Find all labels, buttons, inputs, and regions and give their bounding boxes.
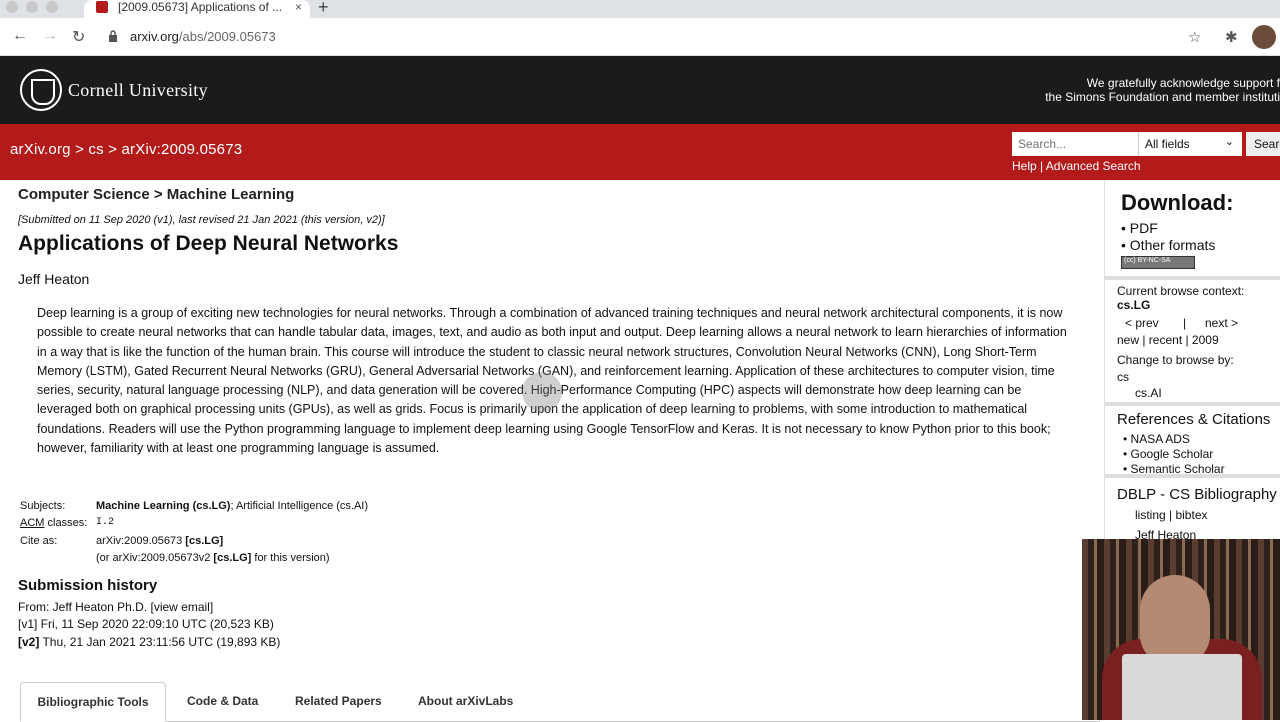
arxiv-header-bar: arXiv.org > cs > arXiv:2009.05673 All fi…	[0, 124, 1280, 180]
author-link[interactable]: Jeff Heaton	[18, 271, 89, 287]
primary-subject: Machine Learning (cs.LG)	[96, 500, 231, 512]
listing-bibtex-links[interactable]: listing | bibtex	[1135, 508, 1208, 522]
help-advanced-search-links[interactable]: Help | Advanced Search	[1012, 159, 1141, 173]
paper-title: Applications of Deep Neural Networks	[18, 232, 399, 255]
window-close-dot[interactable]	[6, 1, 18, 13]
download-box: Download: • PDF • Other formats (cc) BY-…	[1105, 180, 1280, 280]
cornell-university-logo-text[interactable]: Cornell University	[68, 80, 208, 101]
browser-toolbar: ← → ↻ arxiv.org/abs/2009.05673 ☆ ✱	[0, 18, 1280, 56]
tab-close-icon[interactable]: ×	[295, 0, 302, 14]
submission-history-heading: Submission history	[18, 577, 158, 594]
new-tab-icon[interactable]: +	[318, 0, 329, 18]
cite-tag: [cs.LG]	[185, 535, 224, 547]
browse-context-box: Current browse context: cs.LG < prev | n…	[1105, 280, 1280, 406]
history-v1[interactable]: [v1] Fri, 11 Sep 2020 22:09:10 UTC (20,5…	[18, 617, 274, 631]
forward-icon[interactable]: →	[42, 27, 58, 45]
support-acknowledgement: We gratefully acknowledge support f the …	[1045, 76, 1280, 104]
browse-csai-link[interactable]: cs.AI	[1135, 386, 1162, 400]
context-label: Current browse context:	[1117, 284, 1245, 298]
cornell-seal-icon[interactable]	[20, 69, 62, 111]
references-heading: References & Citations	[1117, 411, 1271, 428]
webcam-overlay	[1082, 539, 1280, 720]
extensions-icon[interactable]: ✱	[1225, 28, 1238, 46]
dblp-heading: DBLP - CS Bibliography	[1117, 486, 1277, 503]
presenter-head	[1140, 575, 1210, 665]
browse-cs-link[interactable]: cs	[1117, 370, 1129, 384]
profile-avatar[interactable]	[1252, 25, 1276, 49]
semantic-scholar-link[interactable]: • Semantic Scholar	[1123, 462, 1225, 476]
acm-classes-label: ACM classes:	[20, 517, 87, 529]
ack-line-1: We gratefully acknowledge support f	[1086, 76, 1280, 90]
cite-id: arXiv:2009.05673	[96, 535, 186, 547]
search-field-select[interactable]: All fields ⌄	[1138, 132, 1242, 156]
cite-version-post: for this version)	[251, 552, 330, 564]
window-minimize-dot[interactable]	[26, 1, 38, 13]
secondary-subject: ; Artificial Intelligence (cs.AI)	[230, 500, 369, 512]
subject-heading: Computer Science > Machine Learning	[18, 186, 295, 203]
search-button[interactable]: Searc	[1246, 132, 1280, 156]
tab-related-papers[interactable]: Related Papers	[295, 682, 382, 722]
acm-classes-text: classes:	[44, 517, 88, 529]
submission-dateline: [Submitted on 11 Sep 2020 (v1), last rev…	[18, 214, 385, 226]
references-box: References & Citations • NASA ADS • Goog…	[1105, 406, 1280, 478]
acm-abbr: ACM	[20, 517, 45, 529]
submitted-from[interactable]: From: Jeff Heaton Ph.D. [view email]	[18, 600, 213, 614]
bookmark-star-icon[interactable]: ☆	[1188, 28, 1201, 46]
url-path: /abs/2009.05673	[178, 29, 276, 44]
tab-code-data[interactable]: Code & Data	[187, 682, 258, 722]
history-v2[interactable]: [v2] Thu, 21 Jan 2021 23:11:56 UTC (19,8…	[18, 635, 280, 649]
context-value: cs.LG	[1117, 298, 1151, 312]
prev-link[interactable]: < prev	[1125, 316, 1159, 330]
lock-icon[interactable]	[108, 30, 118, 42]
subjects-value: Machine Learning (cs.LG); Artificial Int…	[96, 500, 368, 512]
subjects-label: Subjects:	[20, 500, 66, 512]
cite-as-value[interactable]: arXiv:2009.05673 [cs.LG]	[96, 535, 223, 547]
mouse-cursor-highlight	[522, 372, 562, 412]
tools-tab-bar: Bibliographic Tools Code & Data Related …	[20, 682, 1100, 722]
pdf-link[interactable]: • PDF	[1121, 220, 1158, 236]
reload-icon[interactable]: ↻	[72, 27, 85, 47]
history-v2-tag: [v2]	[18, 635, 40, 649]
cite-version-tag: [cs.LG]	[213, 552, 252, 564]
window-maximize-dot[interactable]	[46, 1, 58, 13]
history-v2-text: Thu, 21 Jan 2021 23:11:56 UTC (19,893 KB…	[39, 635, 281, 649]
cornell-header: Cornell University We gratefully acknowl…	[0, 56, 1280, 124]
url-host: arxiv.org	[130, 29, 179, 44]
license-badge[interactable]: (cc) BY-NC-SA	[1121, 256, 1195, 269]
browser-tab-strip: [2009.05673] Applications of ... × +	[0, 0, 1280, 18]
cite-as-label: Cite as:	[20, 535, 58, 547]
tab-bibliographic-tools[interactable]: Bibliographic Tools	[20, 682, 166, 722]
download-heading: Download:	[1121, 190, 1234, 215]
breadcrumb[interactable]: arXiv.org > cs > arXiv:2009.05673	[10, 141, 242, 158]
address-bar[interactable]: arxiv.org/abs/2009.05673	[130, 29, 276, 44]
cite-version-value[interactable]: (or arXiv:2009.05673v2 [cs.LG] for this …	[96, 552, 330, 564]
next-link[interactable]: next >	[1205, 316, 1238, 330]
tab-title: [2009.05673] Applications of ...	[118, 0, 283, 14]
chevron-down-icon: ⌄	[1224, 136, 1234, 148]
ack-line-2: the Simons Foundation and member institu…	[1045, 90, 1280, 104]
tab-about-arxivlabs[interactable]: About arXivLabs	[418, 682, 513, 722]
browser-tab[interactable]: [2009.05673] Applications of ... ×	[84, 0, 310, 18]
search-field-value: All fields	[1145, 137, 1190, 151]
dblp-box: DBLP - CS Bibliography listing | bibtex …	[1105, 478, 1280, 542]
main-content: Computer Science > Machine Learning [Sub…	[0, 180, 1100, 722]
acm-classes-value: I.2	[96, 517, 115, 528]
google-scholar-link[interactable]: • Google Scholar	[1123, 447, 1213, 461]
prev-next-separator: |	[1183, 316, 1187, 330]
other-formats-link[interactable]: • Other formats	[1121, 237, 1215, 253]
change-browse-label: Change to browse by:	[1117, 353, 1234, 367]
cite-version-pre: (or arXiv:2009.05673v2	[96, 552, 214, 564]
search-input[interactable]	[1012, 132, 1140, 156]
laptop-with-stickers	[1122, 654, 1242, 720]
new-recent-links[interactable]: new | recent | 2009	[1117, 333, 1219, 347]
arxiv-favicon-icon	[96, 1, 108, 13]
nasa-ads-link[interactable]: • NASA ADS	[1123, 432, 1190, 446]
back-icon[interactable]: ←	[12, 27, 28, 45]
